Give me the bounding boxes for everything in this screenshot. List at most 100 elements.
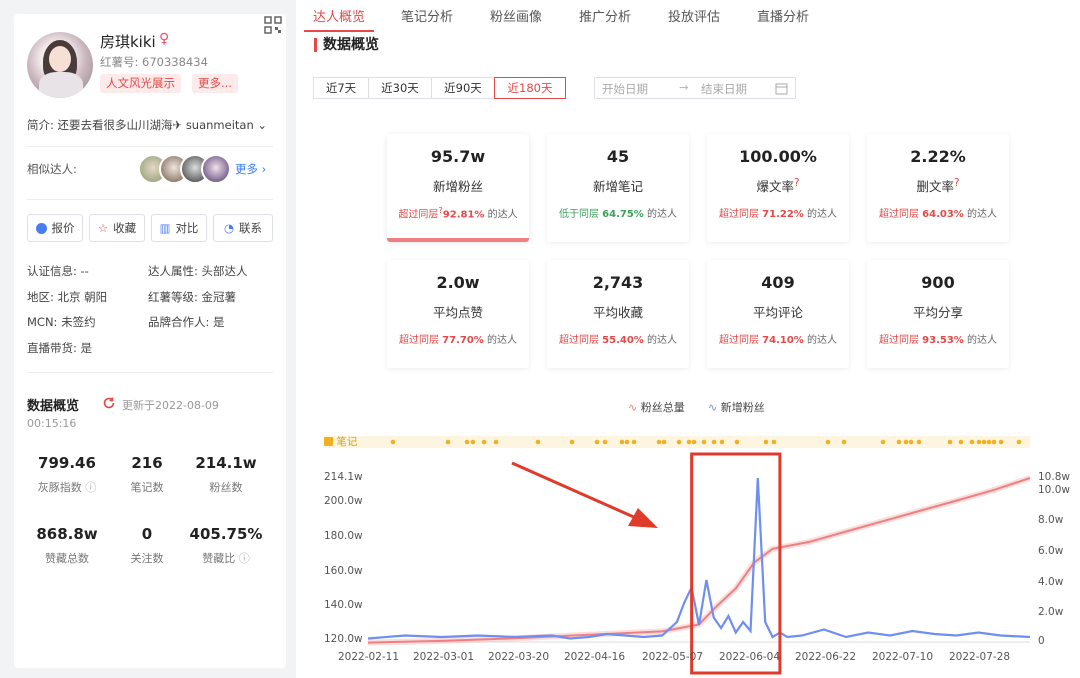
note-dot[interactable]	[896, 439, 902, 445]
note-dot[interactable]	[445, 439, 451, 445]
note-dot[interactable]	[916, 439, 922, 445]
note-dot[interactable]	[569, 439, 575, 445]
x-tick: 2022-02-11	[338, 651, 400, 663]
qr-code-icon[interactable]	[264, 16, 282, 34]
y-left-tick: 214.1w	[324, 471, 363, 483]
note-dot[interactable]	[976, 439, 982, 445]
note-dot[interactable]	[661, 439, 667, 445]
note-dot[interactable]	[464, 439, 470, 445]
compare-button[interactable]: ▥ 对比	[151, 214, 207, 242]
series-total-fans-glow	[367, 475, 1031, 646]
note-dot[interactable]	[841, 439, 847, 445]
note-dot[interactable]	[470, 439, 476, 445]
stat-label: 笔记数	[130, 481, 164, 494]
stat-label: 赞藏总数	[45, 552, 89, 565]
note-dot[interactable]	[493, 439, 499, 445]
fans-chart	[367, 439, 1031, 675]
more-tags-button[interactable]: 更多...	[192, 74, 238, 93]
note-dot[interactable]	[631, 439, 637, 445]
note-dot[interactable]	[991, 439, 997, 445]
y-left-tick: 120.0w	[324, 633, 363, 645]
info-region: 地区: 北京 朝阳	[27, 290, 108, 304]
note-dot[interactable]	[624, 439, 630, 445]
note-dot[interactable]	[825, 439, 831, 445]
note-dot[interactable]	[656, 439, 662, 445]
y-right-tick: 6.0w	[1038, 545, 1064, 557]
stat-value: 0	[141, 525, 153, 543]
note-dot[interactable]	[676, 439, 682, 445]
favorite-button[interactable]: ☆ 收藏	[89, 214, 145, 242]
note-dot[interactable]	[711, 439, 717, 445]
note-dot[interactable]	[686, 439, 692, 445]
y-right-tick: 8.0w	[1038, 514, 1064, 526]
note-dot[interactable]	[390, 439, 396, 445]
female-icon: ♀	[159, 31, 170, 47]
note-dot[interactable]	[903, 439, 909, 445]
stat-value: 868.8w	[36, 525, 98, 543]
note-dot[interactable]	[969, 439, 975, 445]
refresh-icon[interactable]	[102, 396, 116, 410]
stat-label: 赞藏比 ⓘ	[202, 552, 250, 565]
note-dot[interactable]	[947, 439, 953, 445]
info-attribute: 达人属性: 头部达人	[148, 264, 248, 278]
note-dot[interactable]	[719, 439, 725, 445]
updated-time: 00:15:16	[27, 417, 77, 430]
quote-icon	[35, 222, 47, 234]
y-left-tick: 160.0w	[324, 565, 363, 577]
note-dot[interactable]	[763, 439, 769, 445]
note-dot[interactable]	[986, 439, 992, 445]
help-icon: ⓘ	[85, 481, 97, 494]
note-dot[interactable]	[535, 439, 541, 445]
highlight-box	[690, 452, 782, 675]
series-new-fans	[367, 477, 1031, 640]
note-dot[interactable]	[619, 439, 625, 445]
note-dot[interactable]	[701, 439, 707, 445]
help-icon: ⓘ	[238, 552, 250, 565]
x-tick: 2022-06-22	[795, 651, 857, 663]
note-dot[interactable]	[998, 439, 1004, 445]
y-right-tick: 0	[1038, 635, 1045, 647]
y-right-tick: 4.0w	[1038, 576, 1064, 588]
note-dot[interactable]	[771, 439, 777, 445]
overview-title: 数据概览	[27, 399, 80, 414]
divider	[27, 146, 273, 147]
divider	[27, 199, 273, 200]
stat-value: 214.1w	[195, 454, 257, 472]
y-left-tick: 200.0w	[324, 495, 363, 507]
similar-avatar[interactable]	[201, 154, 231, 184]
stat-label: 粉丝数	[209, 481, 243, 494]
note-dot[interactable]	[981, 439, 987, 445]
similar-more-link[interactable]: 更多 ›	[235, 161, 266, 177]
y-right-tick: 10.0w	[1038, 484, 1070, 496]
quote-button[interactable]: 报价	[27, 214, 83, 242]
avatar[interactable]	[27, 32, 93, 98]
note-dot[interactable]	[1016, 439, 1022, 445]
contact-button[interactable]: ◔ 联系	[213, 214, 273, 242]
x-tick: 2022-03-01	[413, 651, 475, 663]
red-id: 红薯号: 670338434	[100, 55, 208, 69]
x-tick: 2022-07-10	[872, 651, 934, 663]
star-icon: ☆	[97, 221, 109, 235]
info-level: 红薯等级: 金冠薯	[148, 290, 237, 304]
note-dot[interactable]	[958, 439, 964, 445]
note-dot[interactable]	[880, 439, 886, 445]
x-tick: 2022-07-28	[949, 651, 1011, 663]
note-dot[interactable]	[481, 439, 487, 445]
note-dot[interactable]	[691, 439, 697, 445]
compare-icon: ▥	[159, 221, 171, 235]
note-dot[interactable]	[734, 439, 740, 445]
intro-text[interactable]: 简介: 还要去看很多山川湖海✈ suanmeitan ⌄	[27, 117, 267, 133]
updated-date: 更新于2022-08-09	[122, 399, 219, 412]
influencer-profile-panel: 房琪kiki ♀ 红薯号: 670338434 人文风光展示 更多... 简介:…	[14, 14, 286, 668]
info-certification: 认证信息: --	[27, 264, 89, 278]
info-brand-partner: 品牌合作人: 是	[148, 315, 225, 329]
note-dot[interactable]	[908, 439, 914, 445]
chevron-down-icon: ⌄	[257, 118, 268, 132]
stat-value: 216	[131, 454, 163, 472]
note-dot[interactable]	[602, 439, 608, 445]
info-live-commerce: 直播带货: 是	[27, 341, 93, 355]
series-total-fans	[367, 477, 1031, 644]
note-dot[interactable]	[594, 439, 600, 445]
x-tick: 2022-04-16	[564, 651, 626, 663]
stat-label: 关注数	[130, 552, 164, 565]
